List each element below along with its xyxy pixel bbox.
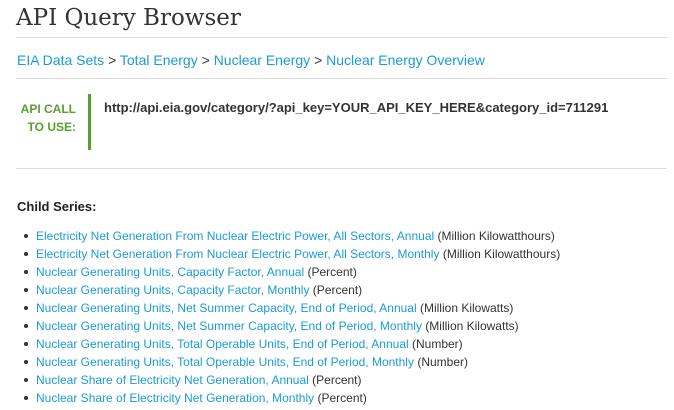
breadcrumb-link-total-energy[interactable]: Total Energy (120, 52, 198, 68)
bullet-icon (24, 342, 28, 346)
api-call-divider (16, 168, 667, 169)
child-series-unit: (Million Kilowatthours) (442, 247, 561, 261)
child-series-unit: (Percent) (312, 373, 362, 387)
child-series-link[interactable]: Nuclear Generating Units, Total Operable… (36, 337, 409, 351)
child-series-unit: (Percent) (317, 391, 367, 405)
breadcrumb-link-nuclear-energy[interactable]: Nuclear Energy (214, 52, 311, 68)
bullet-icon (24, 270, 28, 274)
child-series-item: Electricity Net Generation From Nuclear … (17, 245, 560, 263)
child-series-link[interactable]: Nuclear Generating Units, Total Operable… (36, 355, 414, 369)
child-series-item: Nuclear Generating Units, Net Summer Cap… (17, 299, 560, 317)
child-series-unit: (Percent) (312, 283, 363, 297)
breadcrumb-separator: > (108, 52, 117, 68)
child-series-item: Nuclear Generating Units, Total Operable… (17, 335, 560, 353)
child-series-unit: (Million Kilowatts) (425, 319, 519, 333)
bullet-icon (24, 252, 28, 256)
child-series-link[interactable]: Nuclear Generating Units, Capacity Facto… (36, 283, 309, 297)
title-divider (16, 37, 667, 38)
bullet-icon (24, 378, 28, 382)
child-series-item: Electricity Net Generation From Nuclear … (17, 227, 560, 245)
api-call-accent-bar (88, 94, 91, 150)
child-series-list: Electricity Net Generation From Nuclear … (17, 227, 560, 407)
bullet-icon (24, 396, 28, 400)
child-series-link[interactable]: Electricity Net Generation From Nuclear … (36, 247, 439, 261)
child-series-item: Nuclear Generating Units, Net Summer Cap… (17, 317, 560, 335)
bullet-icon (24, 288, 28, 292)
api-call-label-line1: API CALL (20, 102, 76, 116)
page-title: API Query Browser (16, 5, 241, 31)
bullet-icon (24, 234, 28, 238)
bullet-icon (24, 306, 28, 310)
child-series-link[interactable]: Nuclear Generating Units, Net Summer Cap… (36, 301, 417, 315)
child-series-link[interactable]: Nuclear Generating Units, Net Summer Cap… (36, 319, 422, 333)
breadcrumb-link-nuclear-energy-overview[interactable]: Nuclear Energy Overview (326, 52, 485, 68)
bullet-icon (24, 360, 28, 364)
api-call-url[interactable]: http://api.eia.gov/category/?api_key=YOU… (104, 100, 608, 116)
child-series-item: Nuclear Share of Electricity Net Generat… (17, 371, 560, 389)
child-series-item: Nuclear Generating Units, Capacity Facto… (17, 263, 560, 281)
breadcrumb-link-eia-data-sets[interactable]: EIA Data Sets (17, 52, 104, 68)
child-series-heading: Child Series: (17, 199, 97, 214)
child-series-unit: (Million Kilowatts) (419, 301, 514, 315)
breadcrumb-separator: > (201, 52, 210, 68)
child-series-item: Nuclear Share of Electricity Net Generat… (17, 389, 560, 407)
child-series-unit: (Million Kilowatthours) (437, 229, 555, 243)
child-series-unit: (Number) (417, 355, 468, 369)
api-call-label-line2: TO USE: (27, 120, 76, 134)
child-series-unit: (Number) (412, 337, 463, 351)
api-call-label: API CALL TO USE: (14, 100, 76, 136)
child-series-link[interactable]: Nuclear Generating Units, Capacity Facto… (36, 265, 304, 279)
child-series-item: Nuclear Generating Units, Capacity Facto… (17, 281, 560, 299)
breadcrumb-separator: > (314, 52, 323, 68)
child-series-item: Nuclear Generating Units, Total Operable… (17, 353, 560, 371)
breadcrumb-divider (16, 78, 667, 79)
child-series-link[interactable]: Electricity Net Generation From Nuclear … (36, 229, 434, 243)
child-series-link[interactable]: Nuclear Share of Electricity Net Generat… (36, 373, 309, 387)
child-series-unit: (Percent) (307, 265, 357, 279)
bullet-icon (24, 324, 28, 328)
breadcrumb: EIA Data Sets > Total Energy > Nuclear E… (17, 51, 485, 69)
child-series-link[interactable]: Nuclear Share of Electricity Net Generat… (36, 391, 314, 405)
